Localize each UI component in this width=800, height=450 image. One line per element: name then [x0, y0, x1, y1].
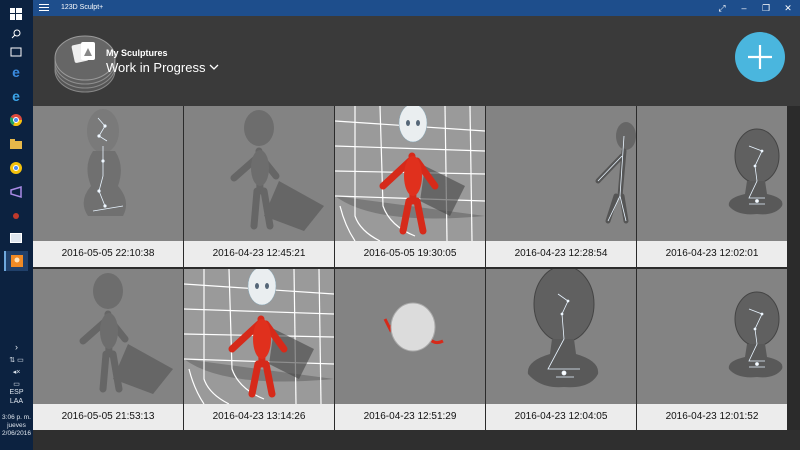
bottom-bar	[33, 430, 800, 450]
sculpture-card[interactable]: 2016-04-23 12:04:05	[486, 269, 636, 430]
app-header: My Sculptures Work in Progress	[33, 16, 800, 106]
sculpture-card[interactable]: 2016-04-23 12:51:29	[335, 269, 485, 430]
chrome-icon-2[interactable]	[4, 158, 28, 178]
task-view-icon[interactable]	[4, 42, 28, 62]
sculpture-thumbnail	[33, 106, 183, 241]
sculpture-thumbnail	[637, 269, 787, 404]
sculpture-card[interactable]: 2016-04-23 13:14:26	[184, 269, 334, 430]
file-explorer-icon[interactable]	[4, 134, 28, 154]
start-icon[interactable]	[4, 4, 28, 24]
sculpture-grid: 2016-05-05 22:10:38 2016-04-23 12:45:21 …	[33, 106, 800, 430]
sculpture-card[interactable]: 2016-04-23 12:02:01	[637, 106, 787, 267]
sculpture-thumbnail	[184, 269, 334, 404]
minimize-button[interactable]: –	[738, 2, 750, 14]
sculpt-app-icon[interactable]	[4, 251, 28, 271]
sculpture-date: 2016-05-05 21:53:13	[61, 411, 155, 422]
region-code: LAA	[9, 398, 24, 405]
clock-day: jueves	[7, 422, 26, 429]
header-subtitle: My Sculptures	[106, 48, 168, 58]
edge-icon[interactable]: e	[4, 62, 28, 82]
hamburger-menu-icon[interactable]	[39, 2, 49, 14]
sculpture-date: 2016-04-23 12:02:01	[665, 248, 759, 259]
volume-icon[interactable]: ◂×	[0, 368, 33, 377]
sculpture-thumbnail	[335, 269, 485, 404]
app-icon-red[interactable]	[4, 206, 28, 226]
sculpture-card[interactable]: 2016-04-23 12:28:54	[486, 106, 636, 267]
sculpture-card[interactable]: 2016-05-05 22:10:38	[33, 106, 183, 267]
folder-dropdown[interactable]: Work in Progress	[106, 60, 219, 75]
chevron-up-icon[interactable]: ›	[0, 343, 33, 352]
sculpture-thumbnail	[335, 106, 485, 241]
sculpture-date: 2016-04-23 12:45:21	[212, 248, 306, 259]
title-bar: 123D Sculpt+ ⤢ – ❐ ✕	[33, 0, 800, 16]
chrome-icon[interactable]	[4, 110, 28, 130]
restore-button[interactable]: ❐	[760, 2, 772, 14]
fullscreen-icon[interactable]: ⤢	[716, 2, 728, 14]
sculpture-date: 2016-04-23 13:14:26	[212, 411, 306, 422]
plus-icon	[748, 45, 772, 69]
language-indicator[interactable]: ESP LAA	[0, 388, 33, 406]
clock-time: 3:06 p. m.	[2, 414, 31, 421]
sculpture-card[interactable]: 2016-05-05 21:53:13	[33, 269, 183, 430]
sculpture-thumbnail	[184, 106, 334, 241]
sculpture-card[interactable]: 2016-05-05 19:30:05	[335, 106, 485, 267]
sculpture-date: 2016-05-05 19:30:05	[363, 248, 457, 259]
network-icon[interactable]: ⇅ ▭	[0, 356, 33, 365]
clock-date: 2/06/2016	[2, 430, 31, 437]
sculpture-date: 2016-05-05 22:10:38	[61, 248, 155, 259]
sculpture-date: 2016-04-23 12:04:05	[514, 411, 608, 422]
sculpture-card[interactable]: 2016-04-23 12:01:52	[637, 269, 787, 430]
chevron-down-icon	[210, 64, 219, 70]
sculpture-thumbnail	[33, 269, 183, 404]
close-button[interactable]: ✕	[782, 2, 794, 14]
sculpture-card[interactable]: 2016-04-23 12:45:21	[184, 106, 334, 267]
sculpture-date: 2016-04-23 12:51:29	[363, 411, 457, 422]
folder-name: Work in Progress	[106, 60, 206, 75]
clock[interactable]: 3:06 p. m. jueves 2/06/2016	[0, 414, 33, 438]
add-sculpture-button[interactable]	[735, 32, 785, 82]
sculpture-date: 2016-04-23 12:28:54	[514, 248, 608, 259]
sculpture-date: 2016-04-23 12:01:52	[665, 411, 759, 422]
internet-explorer-icon[interactable]: e	[4, 86, 28, 106]
window-app-icon[interactable]	[4, 228, 28, 248]
sculpture-thumbnail	[486, 269, 636, 404]
language-code: ESP	[9, 389, 24, 396]
taskbar: e e › ⇅ ▭ ◂× ▭ ESP LAA 3:06 p. m. jueves…	[0, 0, 33, 450]
window-title: 123D Sculpt+	[61, 4, 104, 11]
sculpture-thumbnail	[486, 106, 636, 241]
search-icon[interactable]	[4, 24, 28, 44]
sculpture-thumbnail	[637, 106, 787, 241]
visual-studio-icon[interactable]	[4, 182, 28, 202]
